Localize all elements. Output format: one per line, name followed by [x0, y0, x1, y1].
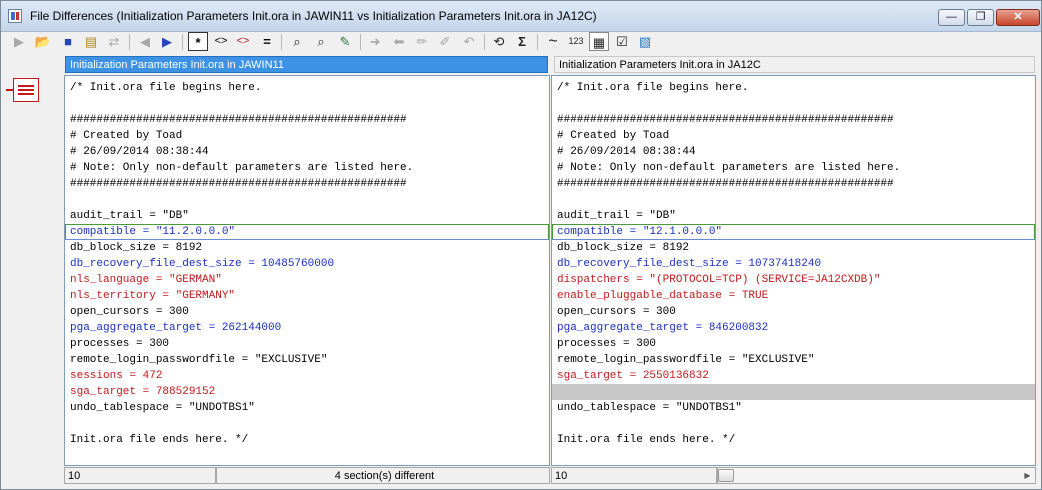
highlight-icon[interactable]: ✎ — [335, 32, 355, 51]
close-button[interactable]: ✕ — [996, 9, 1040, 26]
code-line[interactable]: pga_aggregate_target = 262144000 — [65, 320, 549, 336]
code-line[interactable] — [65, 416, 549, 432]
right-status-bar: 10 — [551, 467, 717, 484]
code-line[interactable]: db_block_size = 8192 — [552, 240, 1035, 256]
equals-icon[interactable]: = — [257, 32, 277, 51]
code-line[interactable]: /* Init.ora file begins here. — [552, 80, 1035, 96]
code-line[interactable]: db_recovery_file_dest_size = 10737418240 — [552, 256, 1035, 272]
code-line[interactable] — [65, 96, 549, 112]
code-line[interactable]: # Created by Toad — [65, 128, 549, 144]
code-line[interactable]: # 26/09/2014 08:38:44 — [65, 144, 549, 160]
sync-icon[interactable]: ⟲ — [489, 32, 509, 51]
code-line[interactable] — [552, 416, 1035, 432]
show-changes-icon[interactable]: <> — [233, 32, 253, 51]
code-line[interactable] — [552, 192, 1035, 208]
code-line[interactable]: sga_target = 788529152 — [65, 384, 549, 400]
restore-button[interactable]: ❐ — [967, 9, 994, 26]
report-icon[interactable]: ▧ — [635, 32, 655, 51]
code-line[interactable]: dispatchers = "(PROTOCOL=TCP) (SERVICE=J… — [552, 272, 1035, 288]
left-status-bar: 10 4 section(s) different — [64, 467, 550, 484]
file-differences-app-icon — [8, 9, 22, 23]
copy-icon[interactable]: ▤ — [81, 32, 101, 51]
code-line[interactable]: # 26/09/2014 08:38:44 — [552, 144, 1035, 160]
code-line[interactable]: /* Init.ora file begins here. — [65, 80, 549, 96]
toolbar-separator — [537, 34, 538, 50]
window-title: File Differences (Initialization Paramet… — [30, 9, 597, 23]
code-line[interactable]: ########################################… — [552, 112, 1035, 128]
code-line[interactable]: open_cursors = 300 — [552, 304, 1035, 320]
scroll-right-icon[interactable]: ▶ — [1020, 468, 1035, 483]
code-line[interactable] — [552, 96, 1035, 112]
code-line[interactable]: undo_tablespace = "UNDOTBS1" — [65, 400, 549, 416]
code-line[interactable]: ########################################… — [65, 176, 549, 192]
toolbar-separator — [360, 34, 361, 50]
edit-icon[interactable]: ✏ — [412, 32, 432, 51]
code-line[interactable]: db_block_size = 8192 — [65, 240, 549, 256]
toolbar-separator — [129, 34, 130, 50]
minimize-button[interactable]: — — [938, 9, 965, 26]
toolbar-separator — [484, 34, 485, 50]
asterisk-filter-icon[interactable]: * — [188, 32, 208, 51]
code-line[interactable]: sga_target = 2550136832 — [552, 368, 1035, 384]
save-icon[interactable]: ■ — [58, 32, 78, 51]
code-line[interactable]: processes = 300 — [65, 336, 549, 352]
scrollbar-thumb[interactable] — [718, 469, 734, 482]
code-line[interactable]: open_cursors = 300 — [65, 304, 549, 320]
code-line[interactable]: # Created by Toad — [552, 128, 1035, 144]
tilde-icon[interactable]: ~ — [543, 32, 563, 51]
code-line[interactable]: ########################################… — [65, 112, 549, 128]
difference-count-status: 4 section(s) different — [216, 467, 550, 484]
code-line[interactable]: nls_territory = "GERMANY" — [65, 288, 549, 304]
checklist-icon[interactable]: ☑ — [612, 32, 632, 51]
code-line[interactable]: pga_aggregate_target = 846200832 — [552, 320, 1035, 336]
code-line[interactable]: Init.ora file ends here. */ — [65, 432, 549, 448]
next-arrow-icon[interactable]: ▶ — [157, 32, 177, 51]
title-bar[interactable]: File Differences (Initialization Paramet… — [1, 1, 1041, 32]
undo-icon[interactable]: ↶ — [459, 32, 479, 51]
file-differences-window: File Differences (Initialization Paramet… — [0, 0, 1042, 490]
code-line[interactable]: nls_language = "GERMAN" — [65, 272, 549, 288]
code-line[interactable]: compatible = "12.1.0.0.0" — [552, 224, 1035, 240]
horizontal-scrollbar[interactable]: ◀ ▶ — [717, 467, 1036, 484]
code-line[interactable]: processes = 300 — [552, 336, 1035, 352]
code-line[interactable]: ########################################… — [552, 176, 1035, 192]
code-line[interactable]: Init.ora file ends here. */ — [552, 432, 1035, 448]
left-line-number: 10 — [64, 467, 216, 484]
binoculars-icon[interactable]: ⌕ — [287, 32, 307, 51]
view-mode-icon[interactable]: ▦ — [589, 32, 609, 51]
edit-alt-icon[interactable]: ✐ — [435, 32, 455, 51]
right-file-pane[interactable]: /* Init.ora file begins here. ###########… — [551, 75, 1036, 466]
code-line[interactable]: audit_trail = "DB" — [65, 208, 549, 224]
code-line[interactable] — [552, 384, 1035, 400]
toolbar: ▶ 📂 ■ ▤ ⇄ ◀ ▶ * <> <> = ⌕ ⌕ ✎ ➜ ⬅ ✏ ✐ ↶ … — [1, 31, 1041, 53]
code-line[interactable]: remote_login_passwordfile = "EXCLUSIVE" — [65, 352, 549, 368]
code-line[interactable]: compatible = "11.2.0.0.0" — [65, 224, 549, 240]
sigma-icon[interactable]: Σ — [512, 32, 532, 51]
code-line[interactable]: undo_tablespace = "UNDOTBS1" — [552, 400, 1035, 416]
swap-icon[interactable]: ⇄ — [104, 32, 124, 51]
back-arrow-icon[interactable]: ⬅ — [389, 32, 409, 51]
code-line[interactable]: sessions = 472 — [65, 368, 549, 384]
difference-map-marker[interactable] — [6, 78, 39, 102]
code-line[interactable] — [65, 192, 549, 208]
code-line[interactable]: remote_login_passwordfile = "EXCLUSIVE" — [552, 352, 1035, 368]
code-line[interactable]: # Note: Only non-default parameters are … — [552, 160, 1035, 176]
show-differences-icon[interactable]: <> — [211, 32, 231, 51]
code-line[interactable]: enable_pluggable_database = TRUE — [552, 288, 1035, 304]
toolbar-separator — [182, 34, 183, 50]
forward-arrow-icon[interactable]: ➜ — [365, 32, 385, 51]
open-folder-icon[interactable]: 📂 — [33, 32, 53, 51]
left-file-pane[interactable]: /* Init.ora file begins here. ###########… — [64, 75, 550, 466]
code-line[interactable]: audit_trail = "DB" — [552, 208, 1035, 224]
code-line[interactable]: # Note: Only non-default parameters are … — [65, 160, 549, 176]
previous-arrow-icon[interactable]: ◀ — [135, 32, 155, 51]
right-line-number: 10 — [551, 467, 717, 484]
find-next-icon[interactable]: ⌕ — [311, 32, 331, 51]
line-numbers-icon[interactable]: 123 — [566, 32, 586, 51]
toolbar-separator — [281, 34, 282, 50]
play-icon[interactable]: ▶ — [9, 32, 29, 51]
left-pane-header[interactable]: Initialization Parameters Init.ora in JA… — [65, 56, 548, 73]
right-pane-header[interactable]: Initialization Parameters Init.ora in JA… — [554, 56, 1035, 73]
code-line[interactable]: db_recovery_file_dest_size = 10485760000 — [65, 256, 549, 272]
